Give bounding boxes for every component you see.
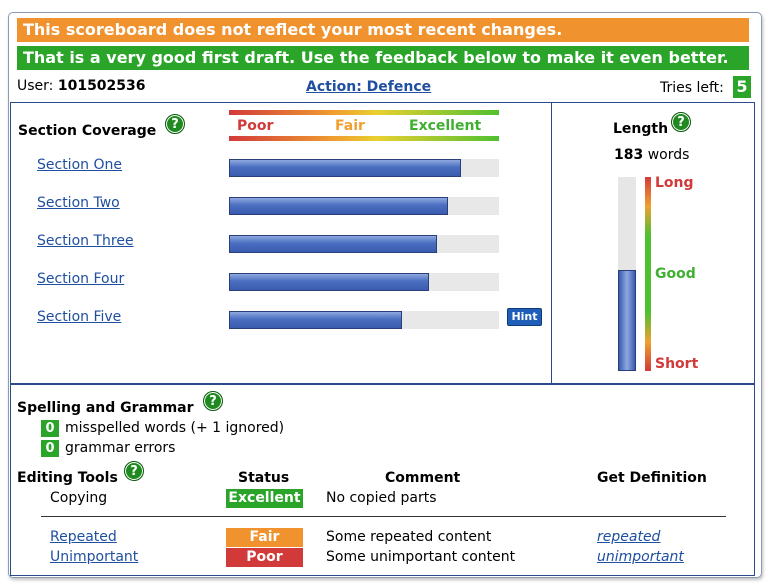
- definition-repeated-link[interactable]: repeated: [597, 529, 660, 545]
- misspelled-text: misspelled words (+ 1 ignored): [65, 420, 285, 436]
- length-meter-fill: [618, 270, 636, 371]
- comment-copying: No copied parts: [326, 490, 437, 506]
- scale-excellent-label: Excellent: [409, 118, 482, 134]
- section-link-two[interactable]: Section Two: [37, 195, 120, 211]
- section-bar-track: [229, 273, 499, 291]
- definition-unimportant-link[interactable]: unimportant: [597, 549, 684, 565]
- editing-tools-title: Editing Tools: [17, 470, 118, 486]
- tool-unimportant-link[interactable]: Unimportant: [50, 549, 138, 565]
- section-bar-fill: [229, 311, 402, 329]
- section-bar-fill: [229, 235, 437, 253]
- feedback-banner: That is a very good first draft. Use the…: [17, 46, 749, 70]
- word-count: 183 words: [614, 147, 689, 163]
- word-count-value: 183: [614, 147, 644, 163]
- grammar-count-badge: 0: [41, 440, 59, 457]
- section-link-three[interactable]: Section Three: [37, 233, 134, 249]
- section-bar-fill: [229, 159, 461, 177]
- tool-copying: Copying: [50, 490, 108, 506]
- section-bar-track: [229, 197, 499, 215]
- row-divider: [41, 516, 726, 517]
- comment-unimportant: Some unimportant content: [326, 549, 516, 565]
- user-label: User:: [17, 78, 54, 94]
- length-good-label: Good: [655, 266, 696, 282]
- section-link-one[interactable]: Section One: [37, 157, 122, 173]
- status-badge-repeated: Fair: [226, 528, 303, 547]
- tries-count-badge: 5: [733, 76, 751, 98]
- user-info: User: 101502536: [17, 78, 146, 94]
- section-bar-track: [229, 311, 499, 329]
- status-badge-unimportant: Poor: [226, 548, 303, 567]
- coverage-help-icon[interactable]: ?: [165, 114, 185, 134]
- scale-poor-label: Poor: [237, 118, 274, 134]
- editing-help-icon[interactable]: ?: [124, 461, 144, 481]
- length-scale-gradient: [645, 177, 651, 371]
- status-column-header: Status: [238, 470, 290, 486]
- section-bar-track: [229, 235, 499, 253]
- scale-gradient-top: [229, 110, 499, 115]
- spelling-help-icon[interactable]: ?: [203, 391, 223, 411]
- length-short-label: Short: [655, 356, 699, 372]
- section-coverage-title: Section Coverage: [18, 123, 157, 139]
- status-badge-copying: Excellent: [226, 489, 303, 508]
- stale-warning-banner: This scoreboard does not reflect your mo…: [17, 18, 749, 42]
- user-id: 101502536: [57, 78, 146, 94]
- comment-repeated: Some repeated content: [326, 529, 492, 545]
- word-count-unit: words: [647, 147, 690, 163]
- definition-column-header: Get Definition: [597, 470, 707, 486]
- hint-button[interactable]: Hint: [507, 308, 542, 326]
- length-long-label: Long: [655, 175, 694, 191]
- section-bar-fill: [229, 273, 429, 291]
- length-help-icon[interactable]: ?: [671, 112, 691, 132]
- quality-scale: Poor Fair Excellent: [229, 110, 499, 142]
- section-bar-fill: [229, 197, 448, 215]
- panel-divider: [551, 102, 552, 384]
- tool-repeated-link[interactable]: Repeated: [50, 529, 117, 545]
- section-bar-track: [229, 159, 499, 177]
- misspelled-count-badge: 0: [41, 420, 59, 437]
- scale-gradient-bottom: [229, 136, 499, 141]
- scale-fair-label: Fair: [335, 118, 365, 134]
- comment-column-header: Comment: [385, 470, 461, 486]
- tries-label: Tries left:: [660, 80, 724, 96]
- section-link-four[interactable]: Section Four: [37, 271, 124, 287]
- spelling-title: Spelling and Grammar: [17, 400, 194, 416]
- action-link[interactable]: Action: Defence: [306, 79, 431, 95]
- section-link-five[interactable]: Section Five: [37, 309, 121, 325]
- length-title: Length: [613, 121, 669, 137]
- grammar-text: grammar errors: [65, 440, 176, 456]
